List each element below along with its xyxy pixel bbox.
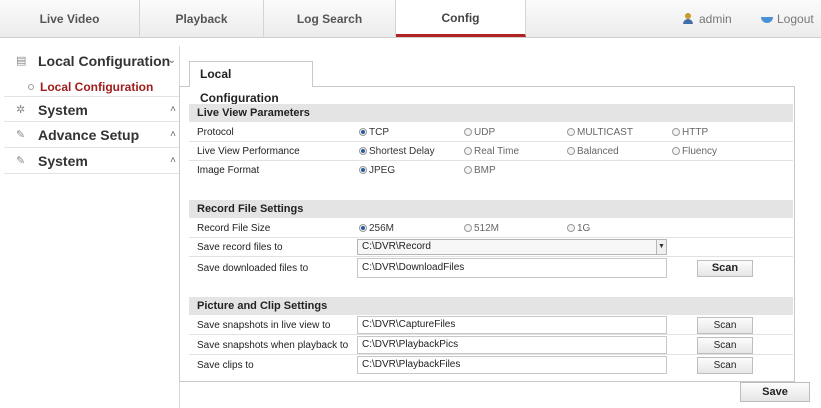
clips-input[interactable]: C:\DVR\PlaybackFiles (357, 356, 667, 374)
record-path-label: Save record files to (197, 242, 283, 253)
scan-snap-playback-button[interactable]: Scan (697, 337, 753, 354)
chevron-down-icon: ⌄ (167, 55, 176, 66)
radio-256m[interactable]: 256M (359, 219, 394, 238)
record-path-value: C:\DVR\Record (362, 241, 431, 252)
snap-playback-row: Save snapshots when playback to C:\DVR\P… (189, 336, 793, 355)
tab-playback[interactable]: Playback (140, 0, 264, 38)
radio-udp[interactable]: UDP (464, 123, 495, 142)
record-size-row: Record File Size 256M 512M 1G (189, 219, 793, 238)
radio-fluency[interactable]: Fluency (672, 142, 717, 161)
sidebar-item-label: Local Configuration (38, 53, 171, 69)
save-button[interactable]: Save (740, 382, 810, 402)
radio-jpeg[interactable]: JPEG (359, 161, 395, 180)
record-path-row: Save record files to C:\DVR\Record ▼ (189, 238, 793, 257)
image-format-row: Image Format JPEG BMP (189, 161, 793, 180)
scan-snap-live-button[interactable]: Scan (697, 317, 753, 334)
image-format-label: Image Format (197, 165, 260, 176)
tab-log-search[interactable]: Log Search (264, 0, 396, 38)
clips-row: Save clips to C:\DVR\PlaybackFiles Scan (189, 356, 793, 375)
protocol-label: Protocol (197, 127, 234, 138)
wrench-icon: ✎ (16, 129, 26, 141)
radio-1g[interactable]: 1G (567, 219, 590, 238)
snap-playback-input[interactable]: C:\DVR\PlaybackPics (357, 336, 667, 354)
sidebar-subitem-local-configuration[interactable]: Local Configuration (28, 78, 153, 96)
clips-label: Save clips to (197, 360, 254, 371)
user-icon (683, 13, 693, 24)
protocol-row: Protocol TCP UDP MULTICAST HTTP (189, 123, 793, 142)
snap-playback-label: Save snapshots when playback to (197, 340, 349, 351)
radio-real-time[interactable]: Real Time (464, 142, 519, 161)
sidebar-item-label: System (38, 153, 88, 169)
section-header-live-view: Live View Parameters (189, 104, 793, 122)
snap-live-input[interactable]: C:\DVR\CaptureFiles (357, 316, 667, 334)
download-path-row: Save downloaded files to C:\DVR\Download… (189, 257, 793, 279)
sidebar-item-system-2[interactable]: ✎ System ˄ (4, 148, 180, 174)
scan-download-button[interactable]: Scan (697, 260, 753, 277)
record-size-label: Record File Size (197, 223, 271, 234)
scan-clips-button[interactable]: Scan (697, 357, 753, 374)
bullet-icon (28, 84, 34, 90)
chevron-up-icon: ˄ (170, 155, 176, 166)
tab-local-configuration[interactable]: Local Configuration (189, 61, 313, 105)
download-path-label: Save downloaded files to (197, 263, 309, 274)
sidebar-item-local-configuration[interactable]: ▤ Local Configuration ⌄ (4, 48, 180, 74)
wrench-icon: ✎ (16, 155, 26, 167)
radio-tcp[interactable]: TCP (359, 123, 389, 142)
snap-live-label: Save snapshots in live view to (197, 320, 331, 331)
radio-balanced[interactable]: Balanced (567, 142, 619, 161)
performance-label: Live View Performance (197, 146, 300, 157)
sidebar-item-label: Advance Setup (38, 127, 140, 143)
sidebar-item-label: System (38, 102, 88, 118)
dropdown-arrow-icon[interactable]: ▼ (656, 240, 666, 254)
username: admin (699, 12, 732, 26)
section-header-record: Record File Settings (189, 200, 793, 218)
sidebar-item-advance-setup[interactable]: ✎ Advance Setup ˄ (4, 122, 180, 148)
radio-multicast[interactable]: MULTICAST (567, 123, 633, 142)
snap-live-row: Save snapshots in live view to C:\DVR\Ca… (189, 316, 793, 335)
radio-shortest-delay[interactable]: Shortest Delay (359, 142, 435, 161)
logout-link[interactable]: Logout (761, 0, 814, 38)
sidebar: ▤ Local Configuration ⌄ Local Configurat… (4, 46, 180, 408)
chevron-up-icon: ˄ (170, 129, 176, 140)
radio-512m[interactable]: 512M (464, 219, 499, 238)
section-header-picture: Picture and Clip Settings (189, 297, 793, 315)
logout-label: Logout (777, 12, 814, 26)
monitor-icon: ▤ (16, 55, 27, 67)
logout-icon (761, 15, 773, 23)
chevron-up-icon: ˄ (170, 104, 176, 115)
tab-config[interactable]: Config (396, 0, 526, 37)
performance-row: Live View Performance Shortest Delay Rea… (189, 142, 793, 161)
sidebar-subitem-label: Local Configuration (40, 80, 154, 94)
radio-http[interactable]: HTTP (672, 123, 708, 142)
record-path-select[interactable]: C:\DVR\Record ▼ (357, 239, 667, 255)
top-nav: Live Video Playback Log Search Config ad… (0, 0, 821, 38)
download-path-input[interactable]: C:\DVR\DownloadFiles (357, 258, 667, 278)
tab-live-video[interactable]: Live Video (0, 0, 140, 38)
gear-icon: ✲ (16, 104, 26, 116)
radio-bmp[interactable]: BMP (464, 161, 496, 180)
sidebar-item-system[interactable]: ✲ System ˄ (4, 96, 180, 122)
user-account[interactable]: admin (683, 0, 732, 38)
